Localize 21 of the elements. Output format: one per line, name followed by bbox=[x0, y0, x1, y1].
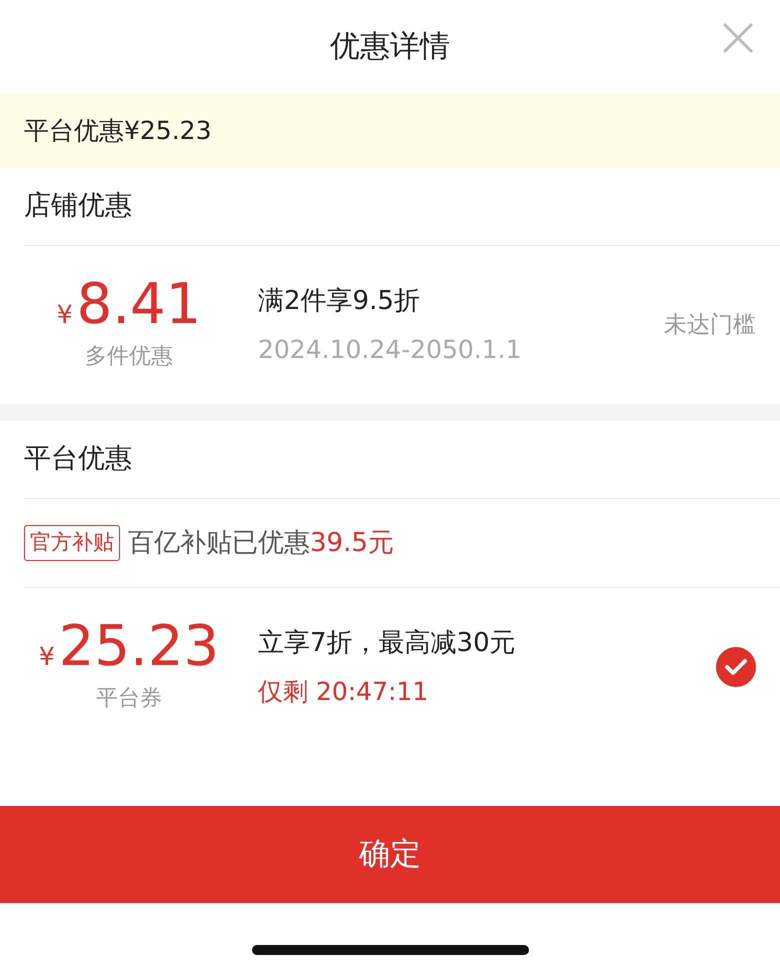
coupon-type: 多件优惠 bbox=[84, 342, 174, 371]
subsidy-tag: 官方补贴 bbox=[24, 525, 120, 561]
coupon-title: 立享7折，最高减30元 bbox=[258, 626, 517, 660]
coupon-amount: 25.23 bbox=[58, 619, 220, 676]
coupon-title: 满2件享9.5折 bbox=[258, 284, 421, 318]
subsidy-text: 百亿补贴已优惠39.5元 bbox=[128, 526, 394, 560]
coupon-amount: 8.41 bbox=[76, 277, 202, 334]
check-icon[interactable] bbox=[716, 647, 756, 687]
confirm-button[interactable]: 确定 bbox=[0, 806, 780, 903]
coupon-status: 未达门槛 bbox=[664, 310, 756, 340]
close-icon[interactable] bbox=[722, 22, 754, 54]
home-indicator[interactable] bbox=[252, 945, 529, 955]
currency-symbol: ¥ bbox=[38, 641, 55, 674]
currency-symbol: ¥ bbox=[56, 299, 73, 332]
section-heading: 店铺优惠 bbox=[24, 189, 132, 224]
section-heading: 平台优惠 bbox=[24, 442, 132, 476]
countdown-text: 仅剩 20:47:11 bbox=[258, 676, 430, 708]
validity-date: 2024.10.24-2050.1.1 bbox=[258, 334, 522, 366]
dialog-title: 优惠详情 bbox=[330, 28, 450, 66]
coupon-type: 平台券 bbox=[95, 684, 163, 713]
summary-banner: 平台优惠¥25.23 bbox=[0, 93, 780, 168]
